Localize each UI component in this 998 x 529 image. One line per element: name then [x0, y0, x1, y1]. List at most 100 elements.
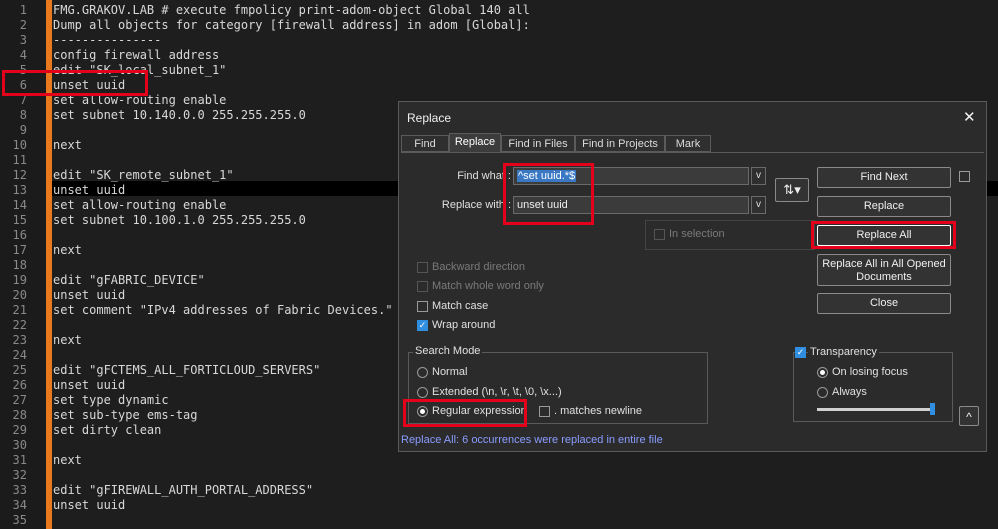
line-number: 12	[12, 168, 27, 182]
code-line[interactable]: next	[53, 243, 82, 258]
transparency-checkbox[interactable]: ✓	[795, 347, 806, 358]
line-number: 35	[12, 513, 27, 527]
line-number: 1	[19, 3, 27, 17]
code-line[interactable]: edit "SK_remote_subnet_1"	[53, 168, 234, 183]
code-line[interactable]: set dirty clean	[53, 423, 161, 438]
fold-margin	[46, 0, 52, 529]
code-line[interactable]: set type dynamic	[53, 393, 169, 408]
normal-radio[interactable]	[417, 367, 428, 378]
backward-direction-checkbox[interactable]	[417, 262, 428, 273]
extended-radio[interactable]	[417, 387, 428, 398]
wrap-around-checkbox[interactable]: ✓	[417, 320, 428, 331]
line-number: 17	[12, 243, 27, 257]
wrap-around-label: Wrap around	[432, 319, 496, 331]
close-button[interactable]: Close	[817, 293, 951, 314]
replace-all-opened-docs-button[interactable]: Replace All in All Opened Documents	[817, 254, 951, 286]
tab-mark[interactable]: Mark	[665, 135, 711, 152]
transparency-slider-thumb[interactable]	[930, 403, 935, 415]
line-number: 30	[12, 438, 27, 452]
replace-dialog: Replace ✕ Find Replace Find in Files Fin…	[398, 101, 987, 452]
line-number: 23	[12, 333, 27, 347]
line-number: 11	[12, 153, 27, 167]
code-line[interactable]: unset uuid	[53, 183, 125, 198]
find-what-input[interactable]: ^set uuid.*$	[513, 167, 749, 185]
line-number: 20	[12, 288, 27, 302]
code-line[interactable]: unset uuid	[53, 78, 125, 93]
code-line[interactable]: set allow-routing enable	[53, 198, 226, 213]
replace-all-button[interactable]: Replace All	[817, 225, 951, 246]
line-number: 5	[19, 63, 27, 77]
line-number: 8	[19, 108, 27, 122]
match-case-label: Match case	[432, 300, 489, 312]
code-line[interactable]: set comment "IPv4 addresses of Fabric De…	[53, 303, 393, 318]
tab-find-in-projects[interactable]: Find in Projects	[575, 135, 665, 152]
line-number: 14	[12, 198, 27, 212]
close-icon[interactable]: ✕	[963, 108, 976, 126]
line-number: 29	[12, 423, 27, 437]
find-next-button[interactable]: Find Next	[817, 167, 951, 188]
code-line[interactable]: unset uuid	[53, 378, 125, 393]
line-number: 25	[12, 363, 27, 377]
tab-divider	[401, 152, 984, 153]
on-losing-focus-label: On losing focus	[832, 366, 908, 378]
code-line[interactable]: edit "gFIREWALL_AUTH_PORTAL_ADDRESS"	[53, 483, 313, 498]
line-number: 7	[19, 93, 27, 107]
always-radio[interactable]	[817, 387, 828, 398]
line-number: 3	[19, 33, 27, 47]
status-message: Replace All: 6 occurrences were replaced…	[401, 434, 663, 446]
replace-button[interactable]: Replace	[817, 196, 951, 217]
code-line[interactable]: config firewall address	[53, 48, 219, 63]
always-label: Always	[832, 386, 867, 398]
line-number: 13	[12, 183, 27, 197]
normal-label: Normal	[432, 366, 468, 378]
transparency-slider-track[interactable]	[817, 408, 933, 411]
extended-label: Extended (\n, \r, \t, \0, \x...)	[432, 386, 562, 398]
code-line[interactable]: set sub-type ems-tag	[53, 408, 198, 423]
code-line[interactable]: set allow-routing enable	[53, 93, 226, 108]
tab-replace[interactable]: Replace	[449, 133, 501, 153]
regex-radio[interactable]	[417, 406, 428, 417]
line-number: 31	[12, 453, 27, 467]
replace-with-input[interactable]: unset uuid	[513, 196, 749, 214]
line-number: 21	[12, 303, 27, 317]
line-number: 24	[12, 348, 27, 362]
swap-icon[interactable]: ⇅▾	[775, 178, 809, 202]
match-whole-word-checkbox[interactable]	[417, 281, 428, 292]
find-next-option-checkbox[interactable]	[959, 171, 970, 182]
on-losing-focus-radio[interactable]	[817, 367, 828, 378]
code-line[interactable]: ---------------	[53, 33, 161, 48]
code-line[interactable]: set subnet 10.140.0.0 255.255.255.0	[53, 108, 306, 123]
line-number: 15	[12, 213, 27, 227]
code-line[interactable]: next	[53, 333, 82, 348]
code-line[interactable]: FMG.GRAKOV.LAB # execute fmpolicy print-…	[53, 3, 530, 18]
code-line[interactable]: edit "gFABRIC_DEVICE"	[53, 273, 205, 288]
match-case-checkbox[interactable]	[417, 301, 428, 312]
code-line[interactable]: Dump all objects for category [firewall …	[53, 18, 530, 33]
in-selection-label: In selection	[669, 228, 725, 240]
code-line[interactable]: unset uuid	[53, 498, 125, 513]
code-line[interactable]: set subnet 10.100.1.0 255.255.255.0	[53, 213, 306, 228]
matches-newline-label: . matches newline	[554, 405, 643, 417]
code-line[interactable]: edit "SK_local_subnet_1"	[53, 63, 226, 78]
code-line[interactable]: next	[53, 138, 82, 153]
line-number: 9	[19, 123, 27, 137]
in-selection-checkbox[interactable]	[654, 229, 665, 240]
tab-find[interactable]: Find	[401, 135, 449, 152]
regex-label: Regular expression	[432, 405, 527, 417]
dialog-title: Replace	[407, 111, 452, 125]
code-line[interactable]: next	[53, 453, 82, 468]
line-number: 34	[12, 498, 27, 512]
find-history-dropdown[interactable]: v	[751, 167, 766, 185]
search-mode-title: Search Mode	[413, 345, 483, 357]
line-number: 2	[19, 18, 27, 32]
code-line[interactable]: edit "gFCTEMS_ALL_FORTICLOUD_SERVERS"	[53, 363, 320, 378]
line-number: 27	[12, 393, 27, 407]
collapse-button[interactable]: ^	[959, 406, 979, 426]
tab-find-in-files[interactable]: Find in Files	[501, 135, 575, 152]
line-number: 10	[12, 138, 27, 152]
matches-newline-checkbox[interactable]	[539, 406, 550, 417]
line-number: 18	[12, 258, 27, 272]
transparency-title: Transparency	[808, 346, 879, 358]
code-line[interactable]: unset uuid	[53, 288, 125, 303]
replace-history-dropdown[interactable]: v	[751, 196, 766, 214]
